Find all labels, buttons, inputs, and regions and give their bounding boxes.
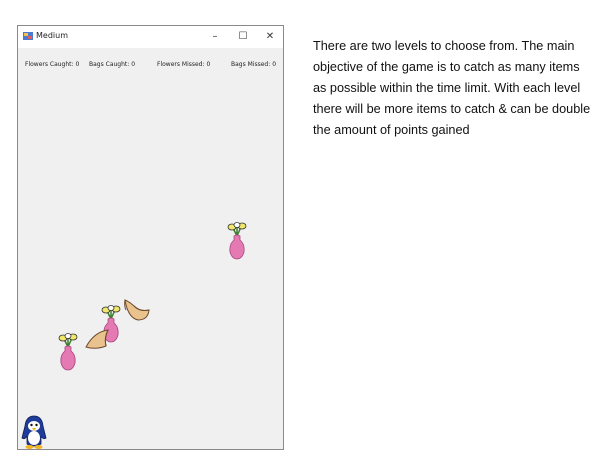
app-icon <box>23 32 33 40</box>
flowers-caught-value: 0 <box>75 61 80 68</box>
flowers-missed-stat: Flowers Missed: 0 <box>157 61 210 68</box>
window-title: Medium <box>36 31 68 40</box>
game-window: Medium – ☐ ✕ Flowers Caught: 0 Bags Caug… <box>17 25 284 450</box>
close-button[interactable]: ✕ <box>262 29 278 44</box>
score-bar: Flowers Caught: 0 Bags Caught: 0 Flowers… <box>18 61 283 71</box>
bags-caught-value: 0 <box>131 61 136 68</box>
title-bar[interactable]: Medium – ☐ ✕ <box>18 26 283 48</box>
penguin-icon[interactable] <box>21 414 47 450</box>
flower-vase-icon <box>227 222 247 260</box>
bag-icon <box>85 329 109 349</box>
game-description: There are two levels to choose from. The… <box>313 39 591 137</box>
bags-caught-stat: Bags Caught: 0 <box>89 61 135 68</box>
bag-icon <box>124 299 150 321</box>
flowers-caught-stat: Flowers Caught: 0 <box>25 61 79 68</box>
bags-missed-value: 0 <box>272 61 277 68</box>
minimize-button[interactable]: – <box>207 29 223 44</box>
flowers-caught-label: Flowers Caught: <box>25 61 74 68</box>
bags-caught-label: Bags Caught: <box>89 61 130 68</box>
flower-vase-icon <box>58 333 78 371</box>
maximize-button[interactable]: ☐ <box>235 29 251 44</box>
bags-missed-label: Bags Missed: <box>231 61 271 68</box>
flowers-missed-label: Flowers Missed: <box>157 61 205 68</box>
flowers-missed-value: 0 <box>206 61 211 68</box>
bags-missed-stat: Bags Missed: 0 <box>231 61 276 68</box>
